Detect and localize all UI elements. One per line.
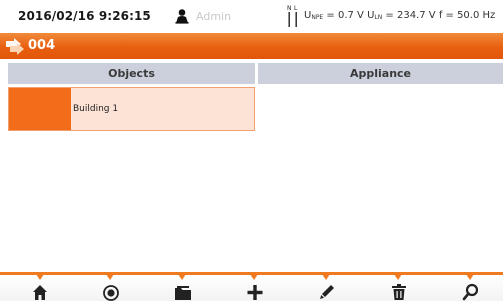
status-bar: 2016/02/16 9:26:15 Admin N L UNPE = 0.7 … xyxy=(0,0,503,33)
svg-text:N: N xyxy=(287,5,292,12)
user-icon xyxy=(175,9,189,24)
structure-icon xyxy=(6,38,24,55)
open-folder-icon xyxy=(175,286,191,300)
user-name: Admin xyxy=(196,10,232,23)
instrument-screen: 2016/02/16 9:26:15 Admin N L UNPE = 0.7 … xyxy=(0,0,503,301)
delete-button[interactable] xyxy=(387,281,411,301)
bottom-toolbar xyxy=(0,272,503,301)
add-button[interactable] xyxy=(243,281,267,301)
tree-item-building[interactable]: Building 1 xyxy=(8,87,255,131)
toolbar-notch xyxy=(394,274,402,280)
page-title: 004 xyxy=(28,38,56,53)
unpe-value: = 0.7 V xyxy=(323,10,368,21)
frequency-value: f = 50.0 Hz xyxy=(438,10,496,21)
tree-item-label: Building 1 xyxy=(73,104,119,114)
open-folder-button[interactable] xyxy=(171,281,195,301)
view-icon xyxy=(103,285,119,301)
view-button[interactable] xyxy=(99,281,123,301)
toolbar-notch xyxy=(36,274,44,280)
datetime: 2016/02/16 9:26:15 xyxy=(18,9,151,23)
svg-text:L: L xyxy=(294,5,298,12)
unpe-sub: NPE xyxy=(311,14,324,21)
tab-appliance[interactable]: Appliance xyxy=(258,63,503,84)
terminal-icon: N L xyxy=(287,5,298,27)
home-button[interactable] xyxy=(28,281,52,301)
home-icon xyxy=(33,285,47,300)
toolbar-notch xyxy=(250,274,258,280)
toolbar-notch xyxy=(322,274,330,280)
tree-item-marker xyxy=(9,88,71,130)
toolbar-notch xyxy=(106,274,114,280)
toolbar-notch xyxy=(178,274,186,280)
edit-icon xyxy=(320,285,334,299)
add-icon xyxy=(247,285,263,300)
voltage-readout: UNPE = 0.7 V ULN = 234.7 V f = 50.0 Hz xyxy=(304,10,495,21)
edit-button[interactable] xyxy=(315,281,339,301)
uln-value: = 234.7 V xyxy=(382,10,439,21)
search-icon xyxy=(462,283,479,301)
delete-icon xyxy=(392,284,406,300)
tab-objects[interactable]: Objects xyxy=(8,63,255,84)
search-button[interactable] xyxy=(459,281,483,301)
toolbar-notch xyxy=(466,274,474,280)
title-bar: 004 xyxy=(0,33,503,59)
